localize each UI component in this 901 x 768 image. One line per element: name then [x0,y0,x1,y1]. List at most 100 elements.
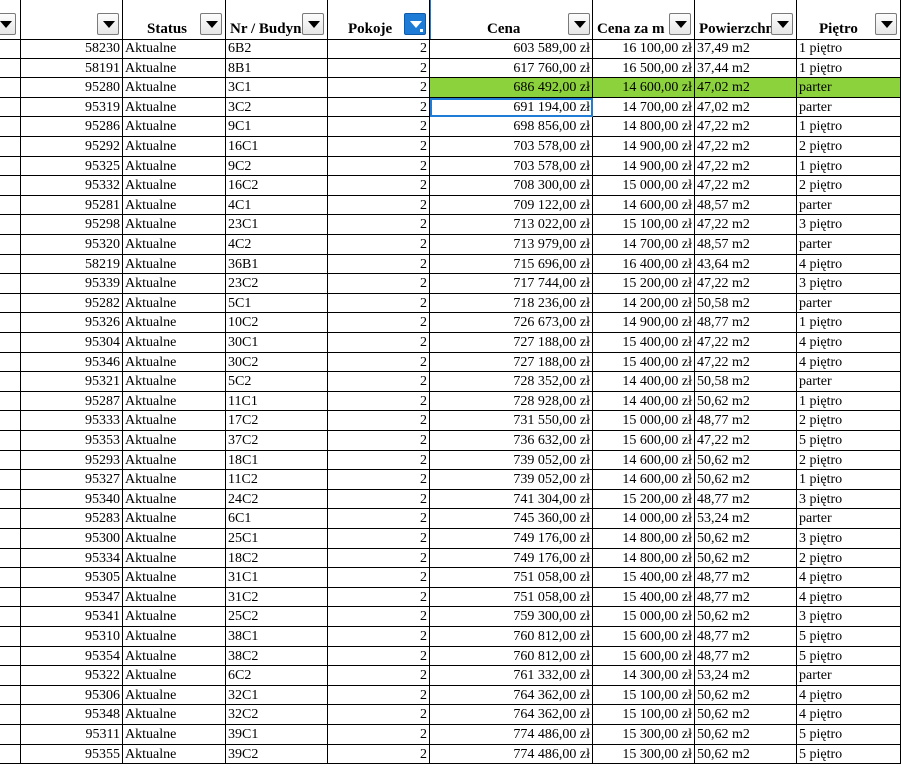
row-stub[interactable] [0,352,21,373]
cell-cena[interactable]: 718 236,00 zł [430,293,593,314]
row-stub[interactable] [0,646,21,667]
row-stub[interactable] [0,333,21,353]
cell-pokoje[interactable]: 2 [328,627,430,647]
cell-cena-m[interactable]: 14 900,00 zł [593,156,695,177]
cell-nr[interactable]: 6B2 [226,39,328,59]
cell-powierzchnia[interactable]: 53,24 m2 [695,666,797,686]
cell-pokoje[interactable]: 2 [328,156,430,177]
cell-pietro[interactable]: 3 piętro [797,489,901,510]
cell-id[interactable]: 95287 [21,391,123,412]
cell-nr[interactable]: 30C2 [226,352,328,373]
cell-cena[interactable]: 764 362,00 zł [430,685,593,706]
cell-pietro[interactable]: 1 piętro [797,58,901,79]
cell-status[interactable]: Aktualne [123,509,226,529]
cell-pokoje[interactable]: 2 [328,548,430,569]
row-stub[interactable] [0,666,21,686]
cell-powierzchnia[interactable]: 47,22 m2 [695,431,797,451]
cell-pietro[interactable]: parter [797,195,901,216]
cell-nr[interactable]: 8B1 [226,58,328,79]
cell-nr[interactable]: 4C2 [226,235,328,255]
cell-cena-m[interactable]: 16 100,00 zł [593,39,695,59]
cell-pokoje[interactable]: 2 [328,235,430,255]
cell-pietro[interactable]: 1 piętro [797,470,901,490]
row-stub[interactable] [0,548,21,569]
cell-id[interactable]: 95326 [21,313,123,333]
cell-pietro[interactable]: parter [797,666,901,686]
cell-nr[interactable]: 11C2 [226,470,328,490]
cell-powierzchnia[interactable]: 50,62 m2 [695,725,797,745]
cell-id[interactable]: 95293 [21,450,123,471]
cell-status[interactable]: Aktualne [123,352,226,373]
row-stub[interactable] [0,117,21,137]
cell-pietro[interactable]: 2 piętro [797,176,901,196]
cell-cena[interactable]: 751 058,00 zł [430,568,593,588]
cell-powierzchnia[interactable]: 48,57 m2 [695,195,797,216]
cell-cena[interactable]: 717 744,00 zł [430,274,593,294]
cell-status[interactable]: Aktualne [123,215,226,235]
row-stub[interactable] [0,607,21,627]
row-stub[interactable] [0,215,21,235]
cell-powierzchnia[interactable]: 53,24 m2 [695,509,797,529]
cell-pietro[interactable]: 1 piętro [797,313,901,333]
cell-id[interactable]: 95305 [21,568,123,588]
cell-status[interactable]: Aktualne [123,313,226,333]
cell-pokoje[interactable]: 2 [328,646,430,667]
cell-pietro[interactable]: 2 piętro [797,548,901,569]
row-stub[interactable] [0,744,21,765]
cell-status[interactable]: Aktualne [123,666,226,686]
cell-pietro[interactable]: parter [797,78,901,98]
cell-id[interactable]: 95320 [21,235,123,255]
cell-id[interactable]: 95280 [21,78,123,98]
cell-pietro[interactable]: parter [797,293,901,314]
cell-nr[interactable]: 24C2 [226,489,328,510]
cell-cena[interactable]: 739 052,00 zł [430,470,593,490]
cell-pokoje[interactable]: 2 [328,587,430,608]
cell-status[interactable]: Aktualne [123,58,226,79]
filter-dropdown-icon[interactable] [568,13,590,35]
cell-pokoje[interactable]: 2 [328,254,430,275]
column-header-cena-m[interactable]: Cena za m [593,0,695,39]
cell-id[interactable]: 95319 [21,97,123,118]
row-stub[interactable] [0,176,21,196]
row-stub[interactable] [0,587,21,608]
cell-nr[interactable]: 36B1 [226,254,328,275]
cell-cena[interactable]: 703 578,00 zł [430,156,593,177]
cell-pietro[interactable]: 5 piętro [797,431,901,451]
cell-id[interactable]: 58219 [21,254,123,275]
cell-cena-m[interactable]: 15 200,00 zł [593,274,695,294]
row-stub[interactable] [0,568,21,588]
cell-cena[interactable]: 749 176,00 zł [430,529,593,549]
cell-nr[interactable]: 25C1 [226,529,328,549]
cell-powierzchnia[interactable]: 50,58 m2 [695,372,797,392]
cell-powierzchnia[interactable]: 48,77 m2 [695,489,797,510]
cell-powierzchnia[interactable]: 37,49 m2 [695,39,797,59]
cell-status[interactable]: Aktualne [123,117,226,137]
cell-pokoje[interactable]: 2 [328,137,430,157]
cell-nr[interactable]: 5C1 [226,293,328,314]
cell-pokoje[interactable]: 2 [328,489,430,510]
cell-nr[interactable]: 16C1 [226,137,328,157]
cell-pokoje[interactable]: 2 [328,352,430,373]
cell-pietro[interactable]: 4 piętro [797,254,901,275]
cell-cena-m[interactable]: 15 600,00 zł [593,646,695,667]
cell-status[interactable]: Aktualne [123,548,226,569]
cell-cena[interactable]: 713 022,00 zł [430,215,593,235]
row-stub[interactable] [0,685,21,706]
cell-nr[interactable]: 31C1 [226,568,328,588]
cell-cena-m[interactable]: 15 400,00 zł [593,568,695,588]
row-stub[interactable] [0,431,21,451]
cell-pokoje[interactable]: 2 [328,509,430,529]
cell-id[interactable]: 95283 [21,509,123,529]
cell-powierzchnia[interactable]: 47,22 m2 [695,333,797,353]
cell-id[interactable]: 95310 [21,627,123,647]
cell-nr[interactable]: 18C1 [226,450,328,471]
active-filter-dropdown-icon[interactable] [404,13,426,35]
cell-pokoje[interactable]: 2 [328,725,430,745]
cell-status[interactable]: Aktualne [123,274,226,294]
cell-powierzchnia[interactable]: 50,58 m2 [695,293,797,314]
row-stub[interactable] [0,470,21,490]
cell-id[interactable]: 95355 [21,744,123,765]
cell-cena-m[interactable]: 15 400,00 zł [593,352,695,373]
cell-id[interactable]: 95321 [21,372,123,392]
filter-dropdown-icon[interactable] [669,13,691,35]
